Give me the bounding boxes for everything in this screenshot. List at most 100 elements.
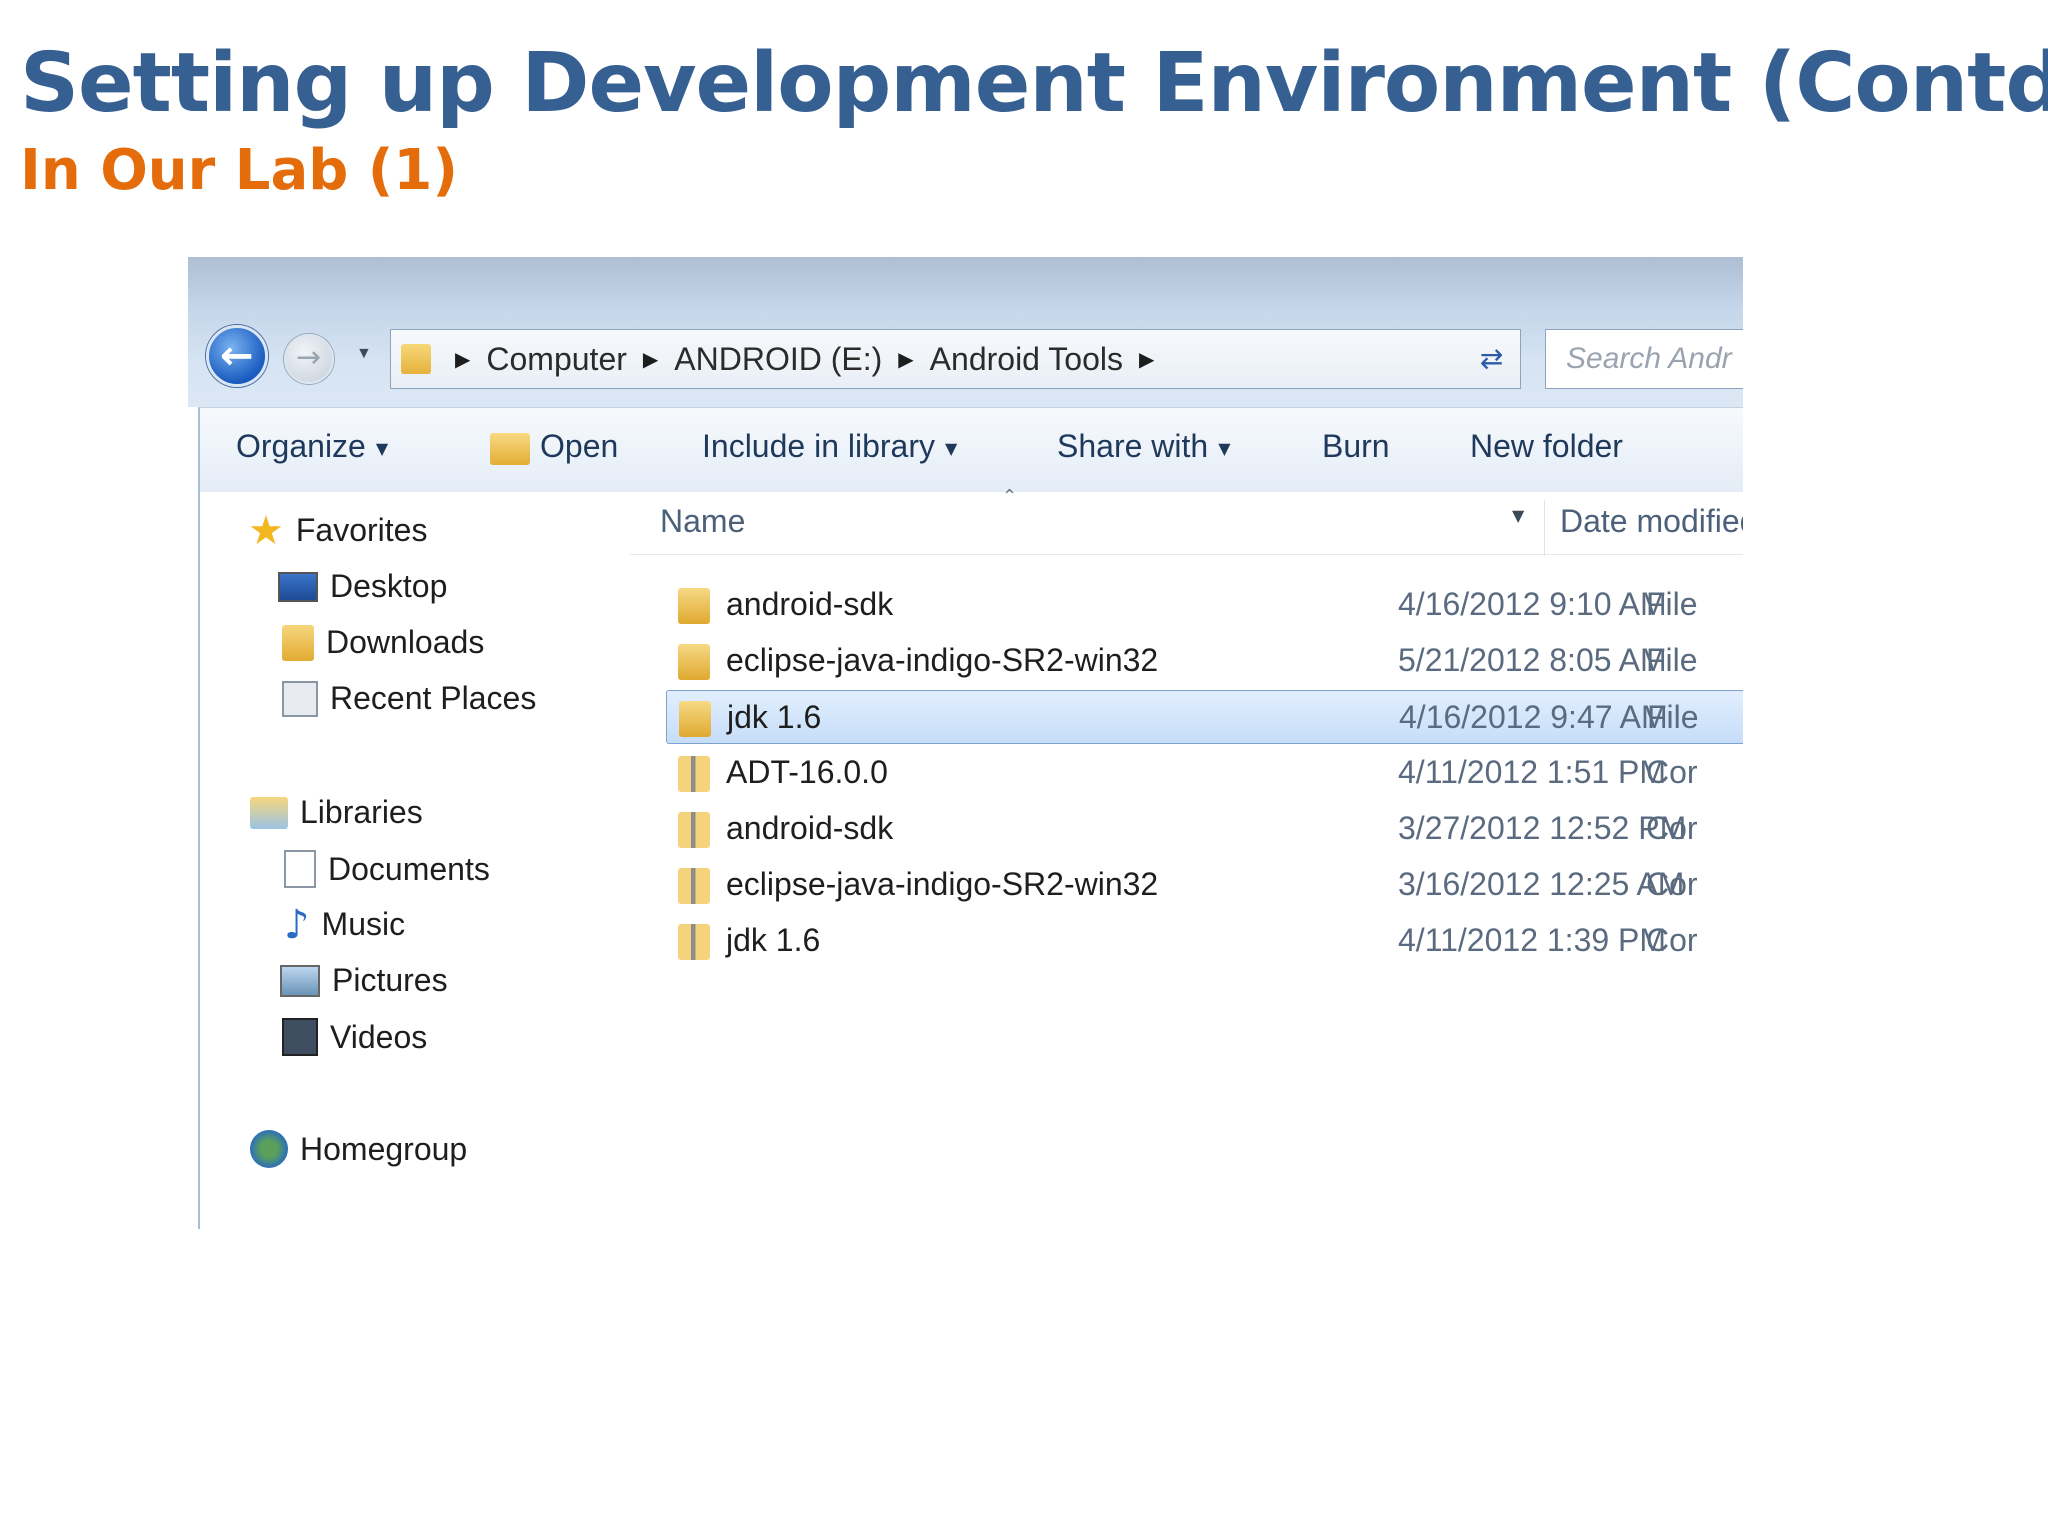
file-name: android-sdk — [726, 586, 894, 622]
file-name: jdk 1.6 — [726, 922, 821, 958]
command-bar: Organize ▼ Open Include in library ▼ Share… — [198, 407, 1743, 493]
address-bar[interactable]: ▶ Computer ▶ ANDROID (E:) ▶ Android Tool… — [390, 329, 1510, 389]
burn-button[interactable]: Burn — [1322, 428, 1390, 465]
file-type: File — [1646, 586, 1698, 622]
zip-folder-icon — [678, 756, 710, 792]
nav-homegroup[interactable]: Homegroup — [250, 1130, 467, 1168]
organize-label: Organize — [236, 428, 366, 464]
breadcrumb-separator-icon[interactable]: ▶ — [898, 347, 913, 371]
folder-icon — [679, 701, 711, 737]
chevron-down-icon: ▼ — [1218, 439, 1231, 459]
file-name: android-sdk — [726, 810, 894, 846]
file-date: 3/27/2012 12:52 PM — [1398, 810, 1687, 846]
open-label: Open — [540, 428, 619, 464]
libraries-icon — [250, 796, 288, 829]
breadcrumb-android-tools[interactable]: Android Tools — [930, 341, 1123, 378]
nav-recent-places-label: Recent Places — [330, 680, 537, 716]
column-divider[interactable] — [1544, 500, 1545, 556]
file-row[interactable]: eclipse-java-indigo-SR2-win32 5/21/2012 … — [666, 634, 1743, 688]
file-type: File — [1646, 642, 1698, 678]
breadcrumb-separator-icon[interactable]: ▶ — [1139, 347, 1154, 371]
file-type: Cor — [1646, 922, 1698, 958]
file-row[interactable]: jdk 1.6 4/11/2012 1:39 PM Cor — [666, 914, 1743, 968]
refresh-icon: ⇄ — [1479, 342, 1504, 375]
file-date: 4/16/2012 9:47 AM — [1399, 699, 1668, 735]
back-arrow-icon: ← — [220, 333, 254, 379]
file-type: Cor — [1646, 866, 1698, 902]
chevron-down-icon: ▼ — [945, 439, 958, 459]
homegroup-icon — [250, 1130, 288, 1168]
nav-documents-label: Documents — [328, 850, 490, 887]
forward-button[interactable]: → — [284, 334, 334, 384]
open-folder-icon — [490, 432, 530, 465]
file-row[interactable]: eclipse-java-indigo-SR2-win32 3/16/2012 … — [666, 858, 1743, 912]
folder-icon — [678, 644, 710, 680]
file-date: 4/16/2012 9:10 AM — [1398, 586, 1667, 622]
file-date: 4/11/2012 1:39 PM — [1398, 922, 1667, 958]
zip-folder-icon — [678, 924, 710, 960]
sort-ascending-icon: ⌃ — [1002, 486, 1018, 507]
slide-subtitle: In Our Lab (1) — [20, 138, 458, 203]
forward-arrow-icon: → — [296, 340, 322, 375]
file-date: 4/11/2012 1:51 PM — [1398, 754, 1667, 790]
share-with-label: Share with — [1057, 428, 1209, 464]
zip-folder-icon — [678, 812, 710, 848]
breadcrumb-separator-icon[interactable]: ▶ — [643, 347, 658, 371]
file-date: 5/21/2012 8:05 AM — [1398, 642, 1667, 678]
nav-homegroup-label: Homegroup — [300, 1130, 468, 1167]
folder-icon — [401, 344, 431, 374]
nav-documents[interactable]: Documents — [284, 850, 490, 888]
file-row[interactable]: android-sdk 4/16/2012 9:10 AM File — [666, 578, 1743, 632]
file-name: eclipse-java-indigo-SR2-win32 — [726, 866, 1159, 902]
column-filter-dropdown-icon[interactable]: ▼ — [1512, 506, 1524, 525]
open-button[interactable]: Open — [490, 428, 618, 465]
file-type: File — [1647, 699, 1699, 735]
search-input[interactable]: Search Andr — [1545, 329, 1743, 389]
nav-pictures[interactable]: Pictures — [280, 962, 448, 999]
nav-music-label: Music — [321, 906, 406, 942]
nav-libraries[interactable]: Libraries — [250, 794, 423, 831]
file-list: Name ⌃ ▼ Date modified Typ android-sdk 4… — [630, 486, 1743, 1229]
recent-places-icon — [282, 680, 318, 717]
organize-button[interactable]: Organize ▼ — [236, 428, 388, 465]
nav-libraries-label: Libraries — [300, 794, 423, 830]
file-name: eclipse-java-indigo-SR2-win32 — [726, 642, 1159, 678]
file-row[interactable]: android-sdk 3/27/2012 12:52 PM Cor — [666, 802, 1743, 856]
breadcrumb-drive[interactable]: ANDROID (E:) — [674, 341, 882, 378]
file-row[interactable]: ADT-16.0.0 4/11/2012 1:51 PM Cor — [666, 746, 1743, 800]
folder-icon — [678, 588, 710, 624]
nav-desktop-label: Desktop — [330, 568, 448, 604]
file-name: jdk 1.6 — [727, 699, 822, 735]
file-date: 3/16/2012 12:25 AM — [1398, 866, 1685, 902]
videos-icon — [282, 1018, 318, 1056]
explorer-titlebar: ← → ▼ ▶ Computer ▶ ANDROID (E:) ▶ Androi… — [188, 257, 1743, 407]
music-icon: ♪ — [284, 901, 310, 948]
desktop-icon — [278, 571, 318, 602]
breadcrumb-computer[interactable]: Computer — [486, 341, 627, 378]
navigation-pane: ★ Favorites Desktop Downloads Recent Plac… — [198, 492, 631, 1229]
downloads-icon — [282, 624, 314, 661]
nav-videos-label: Videos — [330, 1018, 428, 1055]
nav-downloads[interactable]: Downloads — [282, 624, 484, 661]
documents-icon — [284, 850, 316, 888]
nav-recent-places[interactable]: Recent Places — [282, 680, 536, 717]
zip-folder-icon — [678, 868, 710, 904]
new-folder-button[interactable]: New folder — [1470, 428, 1623, 465]
share-with-button[interactable]: Share with ▼ — [1057, 428, 1231, 465]
nav-pictures-label: Pictures — [332, 962, 448, 998]
nav-videos[interactable]: Videos — [282, 1018, 427, 1056]
include-in-library-button[interactable]: Include in library ▼ — [702, 428, 957, 465]
nav-downloads-label: Downloads — [326, 624, 485, 660]
file-row-selected[interactable]: jdk 1.6 4/16/2012 9:47 AM File — [666, 690, 1743, 744]
breadcrumb-separator-icon[interactable]: ▶ — [455, 347, 470, 371]
nav-favorites[interactable]: ★ Favorites — [248, 511, 427, 551]
nav-music[interactable]: ♪ Music — [284, 901, 406, 948]
back-button[interactable]: ← — [206, 325, 268, 387]
column-header-date-modified[interactable]: Date modified — [1560, 492, 1743, 562]
recent-pages-dropdown-icon[interactable]: ▼ — [356, 345, 372, 363]
file-name: ADT-16.0.0 — [726, 754, 888, 790]
column-header-name[interactable]: Name — [660, 492, 745, 562]
nav-desktop[interactable]: Desktop — [278, 568, 447, 605]
slide-title: Setting up Development Environment (Cont… — [20, 36, 2048, 131]
refresh-button[interactable]: ⇄ — [1463, 329, 1521, 389]
